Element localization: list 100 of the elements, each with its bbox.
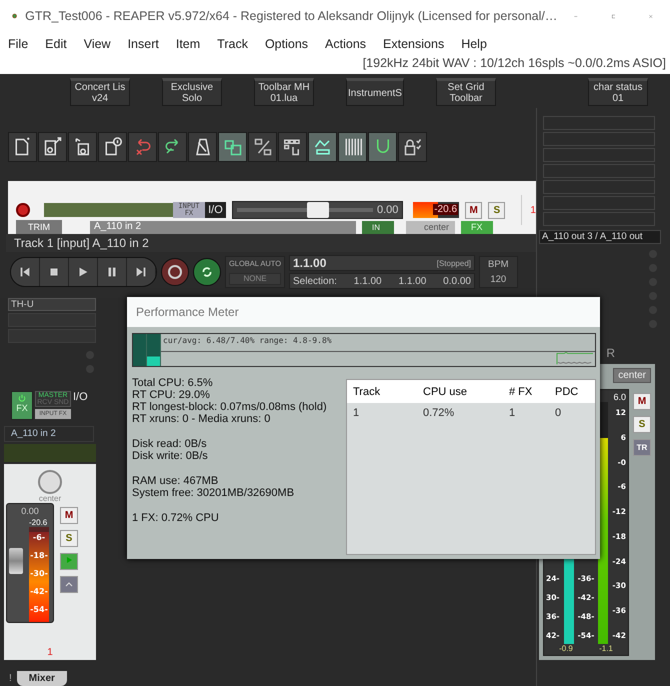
toolbar-button[interactable]	[188, 132, 217, 162]
pan-knob[interactable]	[38, 470, 62, 494]
volume-slider[interactable]: 0.00	[232, 201, 404, 219]
volume-value: 0.00	[21, 506, 39, 516]
tab[interactable]: Mixer	[16, 671, 67, 686]
level-meter: -20.6	[413, 202, 460, 218]
cpu-bar-drawing	[133, 334, 161, 366]
menu-item[interactable]: Options	[264, 37, 308, 51]
menu-item[interactable]: Edit	[45, 37, 67, 51]
output-dropdown[interactable]: A_110 out 3 / A_110 out	[539, 230, 661, 244]
table-cell-text: 1	[508, 407, 516, 419]
column-header[interactable]: # FX	[503, 386, 549, 398]
toolbar-button[interactable]	[398, 132, 427, 162]
record-button[interactable]	[161, 258, 189, 286]
stat-text: System free: 30201MB/32690MB	[132, 487, 296, 499]
track-name-label: TH-U	[8, 298, 96, 311]
stat-text: RT xruns: 0 - Media xruns: 0	[132, 413, 272, 425]
peak-value: 6.0	[612, 392, 626, 402]
pan-control[interactable]: center	[613, 368, 651, 383]
input-dropdown[interactable]: A_110 in 2	[90, 220, 356, 234]
toolbar-button[interactable]	[8, 132, 37, 162]
solo-button[interactable]: S	[488, 202, 506, 218]
mute-button[interactable]: M	[60, 507, 78, 524]
toolbar-button[interactable]: Set Grid Toolbar	[436, 78, 496, 106]
stat-text: Disk read: 0B/s	[132, 438, 208, 450]
menu-item[interactable]: Item	[176, 37, 200, 51]
selection-display: Selection: 1.1.00 1.1.00 0.0.00	[289, 273, 475, 289]
cpu-summary-text: cur/avg: 6.48/7.40% range: 4.8-9.8%	[161, 334, 595, 352]
toolbar-button[interactable]	[308, 132, 337, 162]
toolbar-button[interactable]: Toolbar MH 01.lua	[254, 78, 314, 106]
toolbar-button[interactable]	[98, 132, 127, 162]
toolbar-button[interactable]	[248, 132, 277, 162]
io-button[interactable]: I/O	[205, 202, 226, 218]
window-title: GTR_Test006 - REAPER v5.972/x64 - Registered to Aleksandr Olijnyk (Licensed for personal/…	[25, 9, 558, 23]
tab[interactable]: !	[6, 671, 15, 686]
menu-item[interactable]: Actions	[325, 37, 366, 51]
stop-button[interactable]	[40, 258, 69, 286]
trim-button[interactable]: TRIM	[16, 220, 62, 234]
skip-forward-icon	[134, 265, 148, 279]
toolbar-button[interactable]: Concert Lis v24	[70, 78, 130, 106]
stat-text: Disk write: 0B/s	[132, 450, 209, 462]
meter-reading: -0.9	[559, 644, 573, 653]
toolbar-button[interactable]: char status 01	[588, 78, 648, 106]
play-icon	[64, 555, 74, 565]
toolbar-button[interactable]	[278, 132, 307, 162]
menu-item[interactable]: View	[84, 37, 111, 51]
stat-text: RAM use: 467MB	[132, 475, 220, 487]
pause-button[interactable]	[98, 258, 127, 286]
table-cell-text: 0.72%	[422, 407, 456, 419]
toolbar-button[interactable]	[68, 132, 97, 162]
pan-control[interactable]: center	[406, 220, 456, 234]
mute-button[interactable]: M	[465, 202, 482, 218]
skip-forward-button[interactable]	[127, 258, 156, 286]
toolbar-button[interactable]	[38, 132, 67, 162]
input-dropdown[interactable]: A_110 in 2	[4, 426, 94, 442]
toolbar-button[interactable]: Exclusive Solo	[162, 78, 222, 106]
power-icon	[18, 394, 26, 402]
peak-value: -20.6	[29, 518, 48, 527]
record-arm-button[interactable]	[16, 203, 30, 217]
track-number: 1	[46, 646, 54, 660]
meter-reading: -1.1	[599, 644, 613, 653]
skip-back-button[interactable]	[11, 258, 40, 286]
column-header[interactable]: PDC	[549, 386, 578, 398]
repeat-button[interactable]	[193, 258, 221, 286]
envelope-button[interactable]	[60, 576, 78, 593]
repeat-icon	[200, 265, 214, 279]
mute-button[interactable]: M	[633, 393, 651, 410]
meter-scale-label: -6-	[32, 533, 46, 542]
io-label[interactable]: I/O	[73, 391, 88, 403]
stat-text: RT CPU: 29.0%	[132, 389, 211, 401]
solo-button[interactable]: S	[60, 530, 78, 547]
menu-item[interactable]: Help	[461, 37, 487, 51]
column-header[interactable]: CPU use	[417, 386, 503, 398]
stat-text: RT longest-block: 0.07ms/0.08ms (hold)	[132, 401, 327, 413]
audio-device-status: [192kHz 24bit WAV : 10/12ch 16spls ~0.0/0.2ms ASIO]	[362, 56, 666, 70]
pan-value: center	[38, 494, 62, 503]
solo-button[interactable]: S	[633, 416, 651, 433]
tempo-display[interactable]: BPM 120	[479, 256, 518, 288]
toolbar-button[interactable]	[368, 132, 397, 162]
play-button[interactable]	[69, 258, 98, 286]
stat-text: 1 FX: 0.72% CPU	[132, 512, 220, 524]
menu-item[interactable]: Insert	[128, 37, 159, 51]
monitor-button[interactable]: IN	[362, 220, 394, 234]
stat-text: Total CPU: 6.5%	[132, 377, 214, 389]
meter-scale-label: -30-	[30, 569, 48, 578]
trim-envelope-button[interactable]: TR	[633, 439, 651, 456]
meter-scale-label: -54-	[30, 605, 48, 614]
menu-item[interactable]: Extensions	[383, 37, 444, 51]
position-display: 1.1.00 [Stopped]	[289, 255, 475, 271]
meter-scale-label: -18-	[30, 551, 48, 560]
menu-item[interactable]: Track	[217, 37, 248, 51]
menu-item[interactable]: File	[8, 37, 28, 51]
toolbar-button[interactable]	[338, 132, 367, 162]
column-header[interactable]: Track	[347, 386, 417, 398]
toolbar-button[interactable]	[158, 132, 187, 162]
toolbar-button[interactable]: InstrumentS	[346, 78, 404, 106]
toolbar-button[interactable]	[218, 132, 247, 162]
meter-scale-label: -42-	[30, 587, 48, 596]
skip-back-icon	[18, 265, 32, 279]
table-cell-text: 0	[554, 407, 562, 419]
